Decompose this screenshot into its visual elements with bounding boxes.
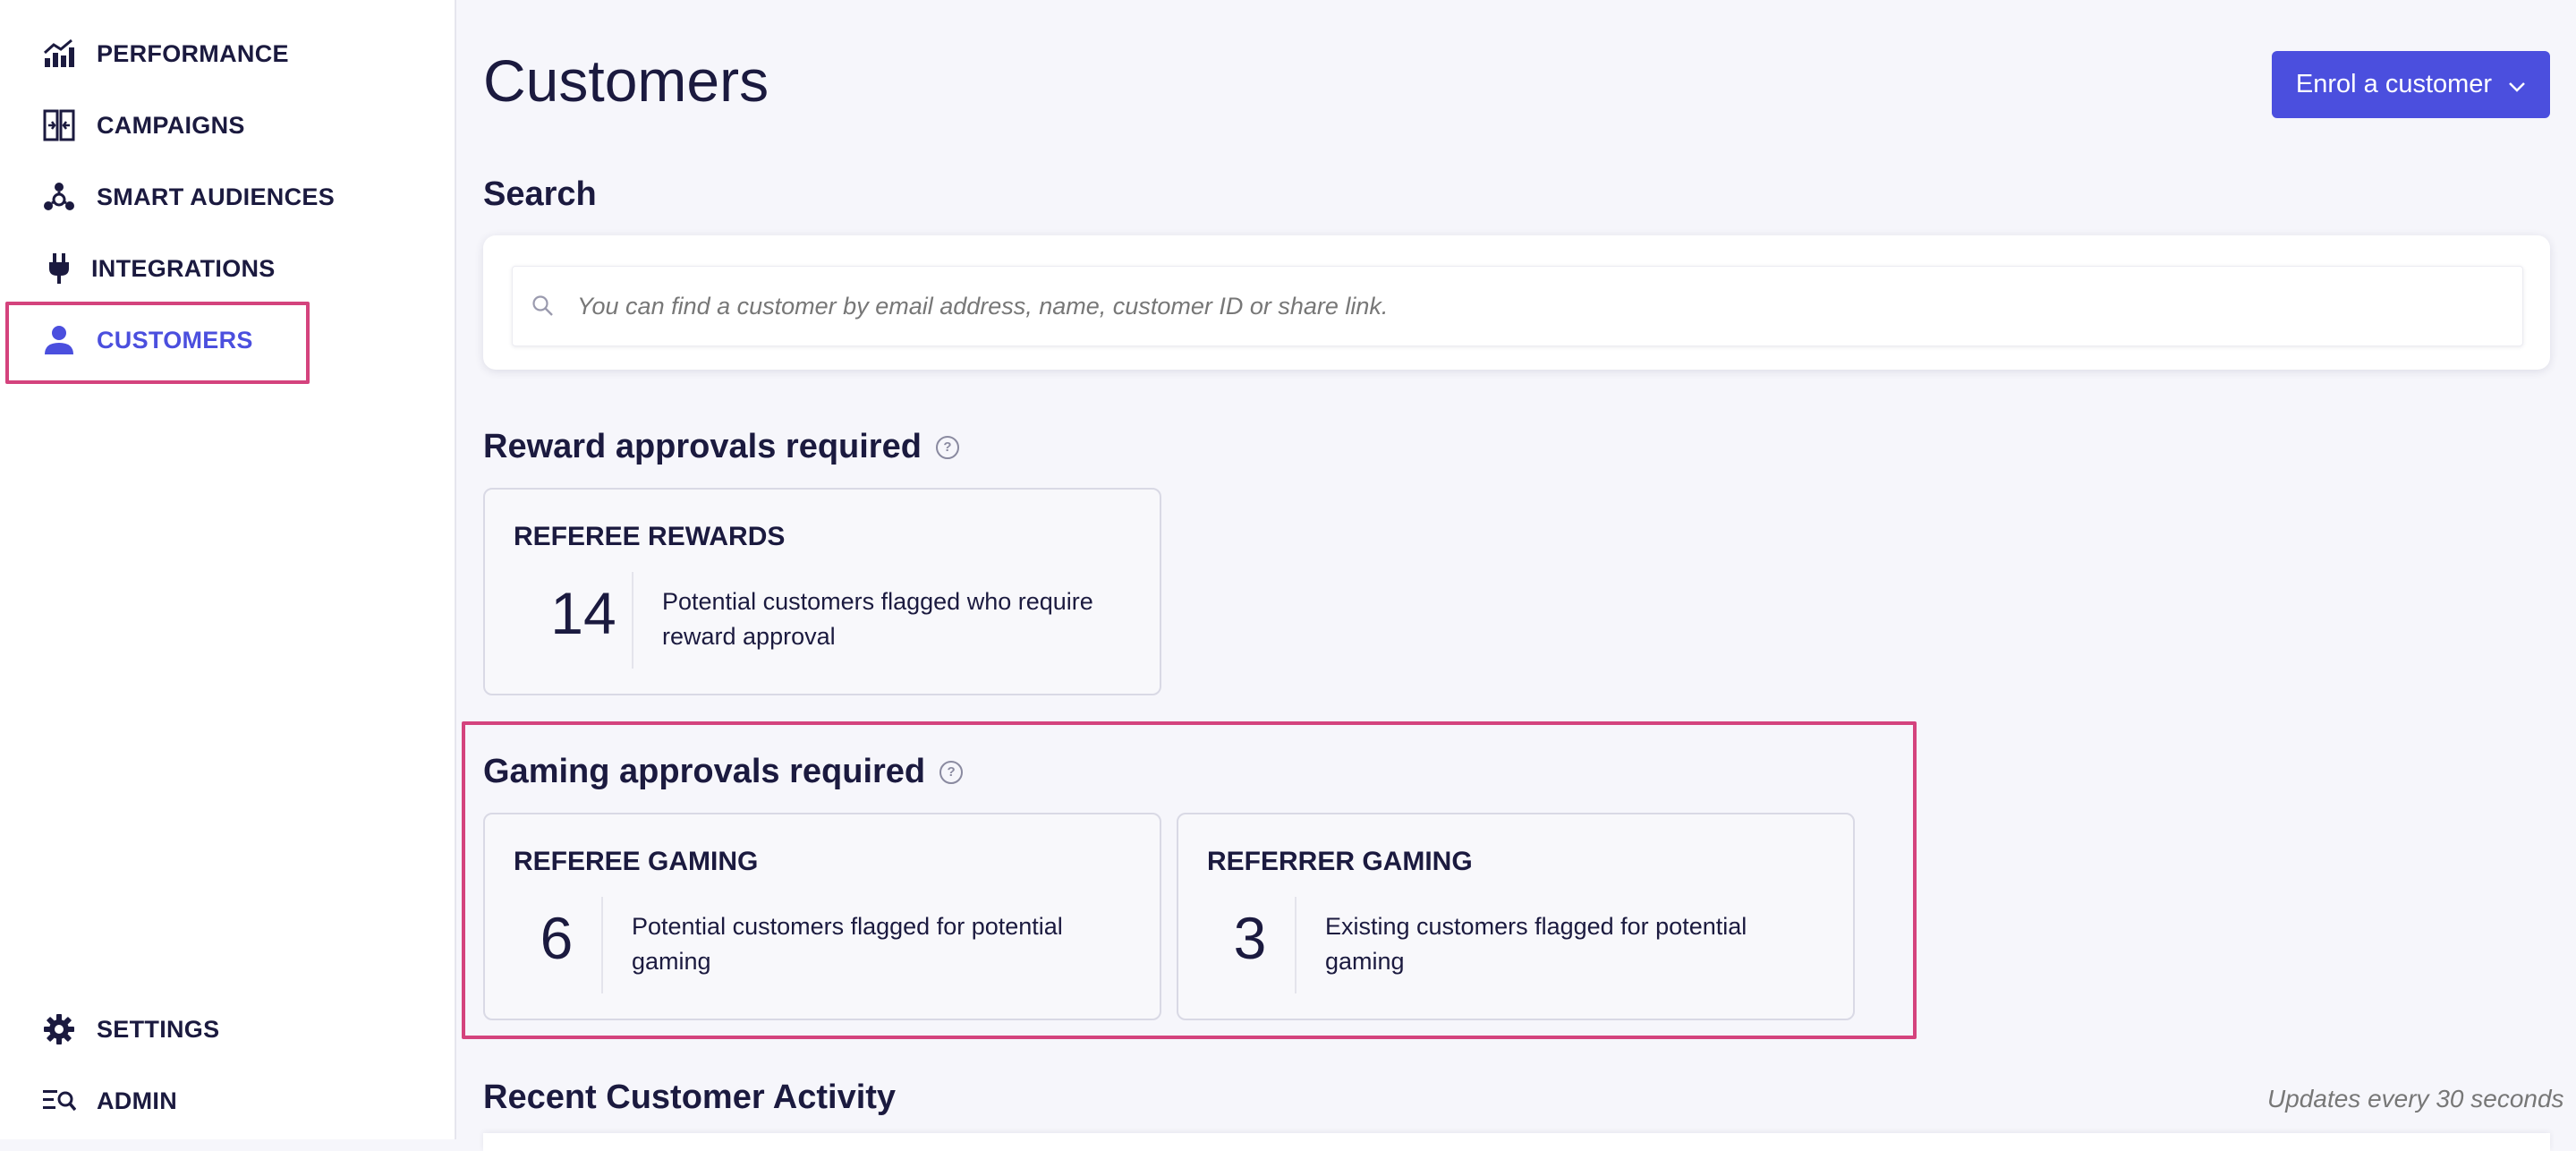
chevron-down-icon bbox=[2508, 70, 2526, 99]
search-icon bbox=[516, 294, 570, 318]
sidebar-item-label: CAMPAIGNS bbox=[97, 111, 245, 139]
card-divider bbox=[1295, 897, 1297, 993]
card-divider bbox=[601, 897, 603, 993]
plug-icon bbox=[39, 249, 79, 288]
search-box bbox=[512, 266, 2523, 346]
customers-highlight-outline bbox=[5, 302, 310, 384]
sidebar-item-label: ADMIN bbox=[97, 1087, 177, 1114]
help-icon[interactable]: ? bbox=[935, 435, 959, 459]
card-title: REFERRER GAMING bbox=[1207, 847, 1473, 876]
updates-note: Updates every 30 seconds bbox=[2267, 1085, 2564, 1113]
gaming-approvals-heading-text: Gaming approvals required bbox=[483, 753, 926, 790]
help-icon[interactable]: ? bbox=[939, 760, 964, 784]
referee-rewards-card[interactable]: REFEREE REWARDS 14 Potential customers f… bbox=[483, 488, 1161, 695]
reward-approvals-heading-text: Reward approvals required bbox=[483, 428, 922, 465]
smart-audiences-icon bbox=[39, 177, 79, 217]
search-heading-text: Search bbox=[483, 175, 597, 213]
referee-gaming-card[interactable]: REFEREE GAMING 6 Potential customers fla… bbox=[483, 813, 1161, 1020]
sidebar-item-label: INTEGRATIONS bbox=[91, 254, 276, 282]
sidebar: PERFORMANCE CAMPAIGNS SMART AUDIENCES IN… bbox=[0, 0, 456, 1139]
search-input[interactable] bbox=[570, 269, 2522, 343]
admin-search-icon bbox=[39, 1081, 79, 1121]
recent-activity-heading-text: Recent Customer Activity bbox=[483, 1079, 897, 1116]
sidebar-item-campaigns[interactable]: CAMPAIGNS bbox=[39, 98, 245, 152]
sidebar-item-integrations[interactable]: INTEGRATIONS bbox=[39, 242, 276, 295]
sidebar-item-smart-audiences[interactable]: SMART AUDIENCES bbox=[39, 170, 335, 224]
card-title: REFEREE REWARDS bbox=[514, 522, 786, 551]
reward-approvals-heading: Reward approvals required ? bbox=[483, 428, 959, 466]
gear-icon bbox=[39, 1010, 79, 1049]
recent-activity-heading: Recent Customer Activity bbox=[483, 1079, 896, 1117]
campaigns-icon bbox=[39, 106, 79, 145]
sidebar-item-label: SETTINGS bbox=[97, 1015, 220, 1043]
page-title: Customers bbox=[483, 47, 769, 114]
sidebar-item-label: SMART AUDIENCES bbox=[97, 183, 336, 210]
sidebar-item-performance[interactable]: PERFORMANCE bbox=[39, 27, 289, 81]
card-count: 6 bbox=[540, 905, 574, 971]
card-count: 3 bbox=[1233, 905, 1267, 971]
performance-chart-icon bbox=[39, 34, 79, 73]
sidebar-item-settings[interactable]: SETTINGS bbox=[39, 1002, 219, 1056]
card-count: 14 bbox=[550, 580, 616, 646]
search-panel bbox=[483, 235, 2550, 370]
recent-activity-panel bbox=[483, 1133, 2550, 1151]
referrer-gaming-card[interactable]: REFERRER GAMING 3 Existing customers fla… bbox=[1177, 813, 1855, 1020]
enrol-customer-button[interactable]: Enrol a customer bbox=[2272, 51, 2550, 118]
card-title: REFEREE GAMING bbox=[514, 847, 759, 876]
sidebar-item-label: PERFORMANCE bbox=[97, 39, 289, 67]
card-description: Potential customers flagged who require … bbox=[662, 588, 1093, 650]
sidebar-item-admin[interactable]: ADMIN bbox=[39, 1074, 177, 1128]
search-heading: Search bbox=[483, 175, 597, 214]
gaming-approvals-heading: Gaming approvals required ? bbox=[483, 753, 964, 791]
card-description: Potential customers flagged for potentia… bbox=[632, 913, 1063, 975]
enrol-button-label: Enrol a customer bbox=[2295, 70, 2493, 98]
card-description: Existing customers flagged for potential… bbox=[1325, 913, 1747, 975]
card-divider bbox=[632, 572, 633, 669]
